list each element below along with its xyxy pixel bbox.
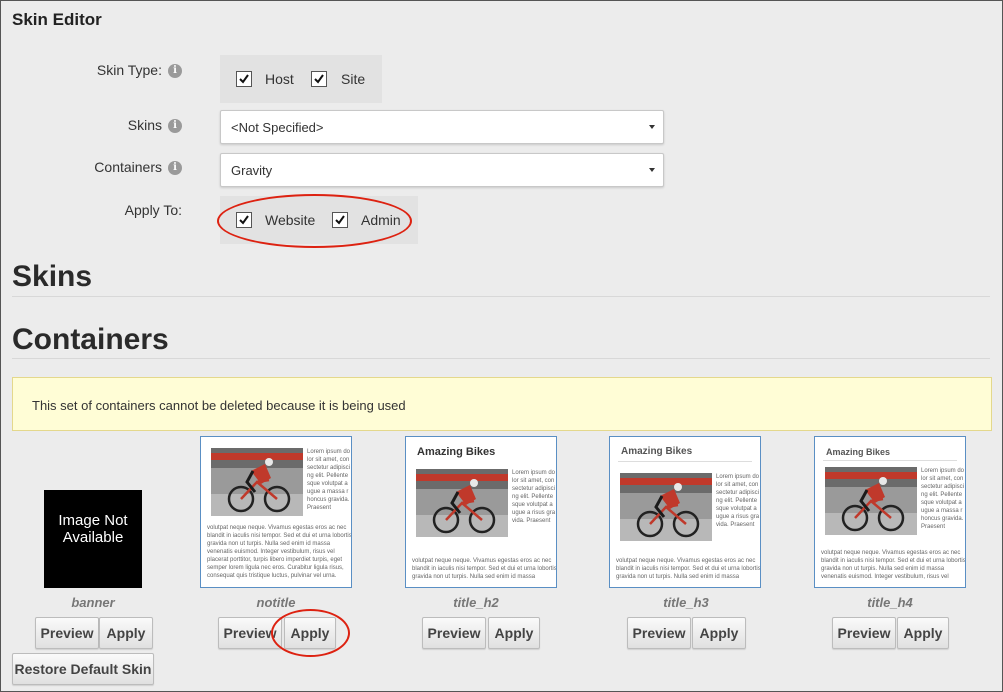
container-name-banner: banner xyxy=(71,595,115,610)
container-name-notitle: notitle xyxy=(256,595,296,610)
in-use-notice: This set of containers cannot be deleted… xyxy=(12,377,992,431)
site-checkbox[interactable] xyxy=(311,71,327,87)
container-thumbnail-title-h3[interactable]: Amazing Bikes Lorem ipsum dolor sit amet… xyxy=(609,436,761,588)
bike-photo xyxy=(825,467,917,535)
containers-label: Containers i xyxy=(2,159,182,176)
containers-heading: Containers xyxy=(12,323,169,356)
annotation-ellipse xyxy=(271,609,350,657)
thumb-text: Lorem ipsum dolor sit amet, consectetur … xyxy=(307,449,351,511)
host-label: Host xyxy=(265,71,294,87)
container-thumbnail-title-h4[interactable]: Amazing Bikes Lorem ipsum dolor sit amet… xyxy=(814,436,966,588)
thumb-text: Lorem ipsum dolor sit amet, consectetur … xyxy=(512,470,556,524)
page-title: Skin Editor xyxy=(12,10,102,29)
annotation-ellipse xyxy=(217,194,412,248)
title-h3-apply-button[interactable]: Apply xyxy=(692,617,746,649)
caret-down-icon xyxy=(649,125,655,129)
container-name-title-h2: title_h2 xyxy=(453,595,499,610)
title-h2-preview-button[interactable]: Preview xyxy=(422,617,486,649)
divider xyxy=(823,460,957,461)
skins-label: Skins i xyxy=(2,117,182,134)
thumb-text: volutpat neque neque. Vivamus egestas er… xyxy=(207,525,347,531)
restore-default-skin-button[interactable]: Restore Default Skin xyxy=(12,653,154,685)
title-h2-apply-button[interactable]: Apply xyxy=(488,617,540,649)
skin-type-label: Skin Type: i xyxy=(2,62,182,79)
bike-photo xyxy=(620,473,712,541)
skins-select-value: <Not Specified> xyxy=(231,120,324,135)
thumb-text: gravida non ut turpis. Nulla sed enim id… xyxy=(821,566,945,572)
container-name-title-h4: title_h4 xyxy=(867,595,913,610)
site-label: Site xyxy=(341,71,366,87)
thumb-text: placerat porttitor, turpis libero imperd… xyxy=(207,557,343,563)
thumb-text: gravida non ut turpis. Nulla sed enim id… xyxy=(616,574,740,580)
bike-photo xyxy=(211,448,303,516)
info-icon[interactable]: i xyxy=(168,119,182,134)
thumb-text: blandit in iaculis nisi tempor. Sed et d… xyxy=(412,566,556,572)
skins-select[interactable]: <Not Specified> xyxy=(220,110,664,144)
apply-to-label: Apply To: xyxy=(124,202,182,218)
thumb-text: blandit in iaculis nisi tempor. Sed et d… xyxy=(821,558,965,564)
thumb-text: gravida non ut turpis. Nulla sed enim id… xyxy=(412,574,536,580)
divider xyxy=(618,461,752,462)
banner-image-placeholder: Image Not Available xyxy=(44,490,142,588)
info-icon[interactable]: i xyxy=(168,161,182,176)
thumb-text: gravida non ut turpis. Nulla sed enim id… xyxy=(207,541,331,547)
container-thumbnail-title-h2[interactable]: Amazing Bikes Lorem ipsum dolor sit amet… xyxy=(405,436,557,588)
check-icon xyxy=(314,74,324,84)
title-h4-preview-button[interactable]: Preview xyxy=(832,617,896,649)
thumb-text: volutpat neque neque. Vivamus egestas er… xyxy=(616,558,756,564)
containers-select-value: Gravity xyxy=(231,163,273,178)
thumb-title: Amazing Bikes xyxy=(621,446,693,457)
check-icon xyxy=(239,74,249,84)
skins-heading: Skins xyxy=(12,260,93,293)
banner-preview-button[interactable]: Preview xyxy=(35,617,99,649)
thumb-text: blandit in iaculis nisi tempor. Sed et d… xyxy=(207,533,351,539)
host-checkbox[interactable] xyxy=(236,71,252,87)
thumb-text: venenatis euismod. Integer vestibulum, r… xyxy=(821,574,949,580)
container-name-title-h3: title_h3 xyxy=(663,595,709,610)
container-thumbnail-notitle[interactable]: Lorem ipsum dolor sit amet, consectetur … xyxy=(200,436,352,588)
thumb-text: volutpat neque neque. Vivamus egestas er… xyxy=(412,558,552,564)
divider xyxy=(12,358,990,359)
bike-photo xyxy=(416,469,508,537)
thumb-text: Lorem ipsum dolor sit amet, consectetur … xyxy=(921,468,965,530)
thumb-text: semper lorem ligula nec eros. Curabitur … xyxy=(207,565,344,571)
thumb-text: venenatis euismod. Integer vestibulum, r… xyxy=(207,549,335,555)
title-h3-preview-button[interactable]: Preview xyxy=(627,617,691,649)
thumb-title: Amazing Bikes xyxy=(417,446,496,458)
divider xyxy=(12,296,990,297)
caret-down-icon xyxy=(649,168,655,172)
banner-apply-button[interactable]: Apply xyxy=(99,617,153,649)
containers-select[interactable]: Gravity xyxy=(220,153,664,187)
info-icon[interactable]: i xyxy=(168,64,182,79)
thumb-text: volutpat neque neque. Vivamus egestas er… xyxy=(821,550,961,556)
skin-type-group: Host Site xyxy=(220,55,382,103)
thumb-text: Lorem ipsum dolor sit amet, consectetur … xyxy=(716,474,760,528)
thumb-text: consequat quis tristique luctus, pulvina… xyxy=(207,573,337,579)
title-h4-apply-button[interactable]: Apply xyxy=(897,617,949,649)
thumb-title: Amazing Bikes xyxy=(826,447,891,457)
thumb-text: blandit in iaculis nisi tempor. Sed et d… xyxy=(616,566,760,572)
